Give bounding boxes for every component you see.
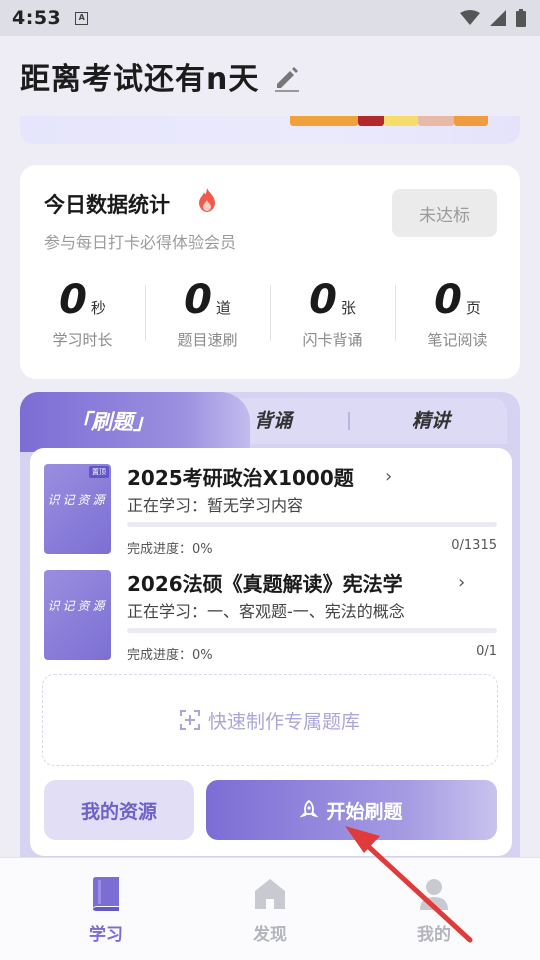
- cover-text: 识记资源: [47, 599, 108, 613]
- pinned-badge: 置顶: [89, 466, 109, 478]
- chevron-right-icon: ›: [458, 572, 466, 593]
- stat-label: 题目速刷: [177, 331, 238, 349]
- battery-icon: [516, 9, 526, 27]
- tab-practice[interactable]: 「刷题」: [20, 392, 250, 452]
- status-time: 4:53: [12, 7, 62, 29]
- home-icon: [255, 879, 285, 909]
- book-icon: [93, 877, 119, 911]
- quick-create-bank-button[interactable]: 快速制作专属题库: [42, 674, 498, 766]
- stat-label: 笔记阅读: [427, 331, 488, 349]
- course-studying: 正在学习：一、客观题-一、宪法的概念: [127, 602, 405, 621]
- quick-create-label: 快速制作专属题库: [207, 710, 360, 733]
- tab-lecture[interactable]: 精讲: [412, 406, 450, 433]
- tab-recite[interactable]: 背诵: [254, 406, 292, 433]
- tab-divider: [348, 412, 350, 430]
- nav-study[interactable]: 学习: [66, 876, 146, 945]
- daily-stats-card: 今日数据统计 参与每日打卡必得体验会员 未达标 0秒 学习时长 0道 题目速刷 …: [20, 165, 520, 379]
- cover-text: 识记资源: [47, 493, 108, 507]
- progress-count: 0/1315: [451, 538, 497, 553]
- nav-discover[interactable]: 发现: [230, 876, 310, 945]
- stat-questions: 0道 题目速刷: [145, 277, 270, 350]
- stats-title: 今日数据统计: [44, 193, 170, 217]
- stat-study-time: 0秒 学习时长: [20, 277, 145, 350]
- progress-bar: [127, 628, 497, 633]
- start-practice-button[interactable]: 开始刷题: [206, 780, 497, 840]
- course-cover: 置顶 识记资源: [44, 464, 111, 554]
- progress-label: 完成进度：0%: [127, 648, 213, 663]
- stat-unit: 页: [465, 299, 481, 317]
- nav-label: 我的: [417, 925, 451, 945]
- nav-profile[interactable]: 我的: [394, 876, 474, 945]
- fire-icon: [199, 188, 215, 212]
- nav-label: 学习: [89, 925, 123, 945]
- add-scan-icon: [179, 710, 200, 730]
- start-practice-label: 开始刷题: [326, 800, 403, 823]
- chevron-right-icon: ›: [385, 466, 393, 487]
- wifi-icon: [460, 10, 480, 25]
- progress-bar: [127, 522, 497, 527]
- course-item[interactable]: 置顶 识记资源 2025考研政治X1000题 › 正在学习：暂无学习内容 完成进…: [30, 448, 512, 557]
- my-resources-button[interactable]: 我的资源: [44, 780, 194, 840]
- stats-subtitle: 参与每日打卡必得体验会员: [44, 233, 237, 252]
- stat-unit: 秒: [90, 299, 106, 317]
- stat-value: 0: [184, 277, 212, 323]
- status-bar: 4:53 A: [0, 0, 540, 36]
- stat-flashcards: 0张 闪卡背诵: [270, 277, 395, 350]
- course-title: 2026法硕《真题解读》宪法学: [127, 572, 403, 596]
- stat-label: 闪卡背诵: [302, 331, 363, 349]
- stat-unit: 张: [340, 299, 356, 317]
- stat-notes: 0页 笔记阅读: [395, 277, 520, 350]
- stat-unit: 道: [215, 299, 231, 317]
- page-title: 距离考试还有n天: [20, 62, 260, 97]
- course-item[interactable]: 识记资源 2026法硕《真题解读》宪法学 › 正在学习：一、客观题-一、宪法的概…: [30, 554, 512, 663]
- page-header: 距离考试还有n天: [0, 36, 540, 116]
- bottom-nav: 学习 发现 我的: [0, 857, 540, 960]
- goal-status-button[interactable]: 未达标: [392, 189, 497, 237]
- signal-icon: [490, 10, 506, 26]
- stat-label: 学习时长: [52, 331, 113, 349]
- progress-count: 0/1: [476, 644, 497, 659]
- stat-value: 0: [434, 277, 462, 323]
- course-studying: 正在学习：暂无学习内容: [127, 496, 304, 515]
- tab-practice-label: 「刷题」: [70, 410, 154, 434]
- course-cover: 识记资源: [44, 570, 111, 660]
- course-title: 2025考研政治X1000题: [127, 466, 354, 490]
- course-list-card: 置顶 识记资源 2025考研政治X1000题 › 正在学习：暂无学习内容 完成进…: [30, 448, 512, 856]
- person-icon: [420, 879, 448, 910]
- notification-icon: A: [75, 11, 89, 25]
- nav-label: 发现: [253, 925, 287, 945]
- rocket-icon: [300, 800, 319, 818]
- edit-icon[interactable]: [273, 64, 301, 92]
- stat-value: 0: [59, 277, 87, 323]
- stat-value: 0: [309, 277, 337, 323]
